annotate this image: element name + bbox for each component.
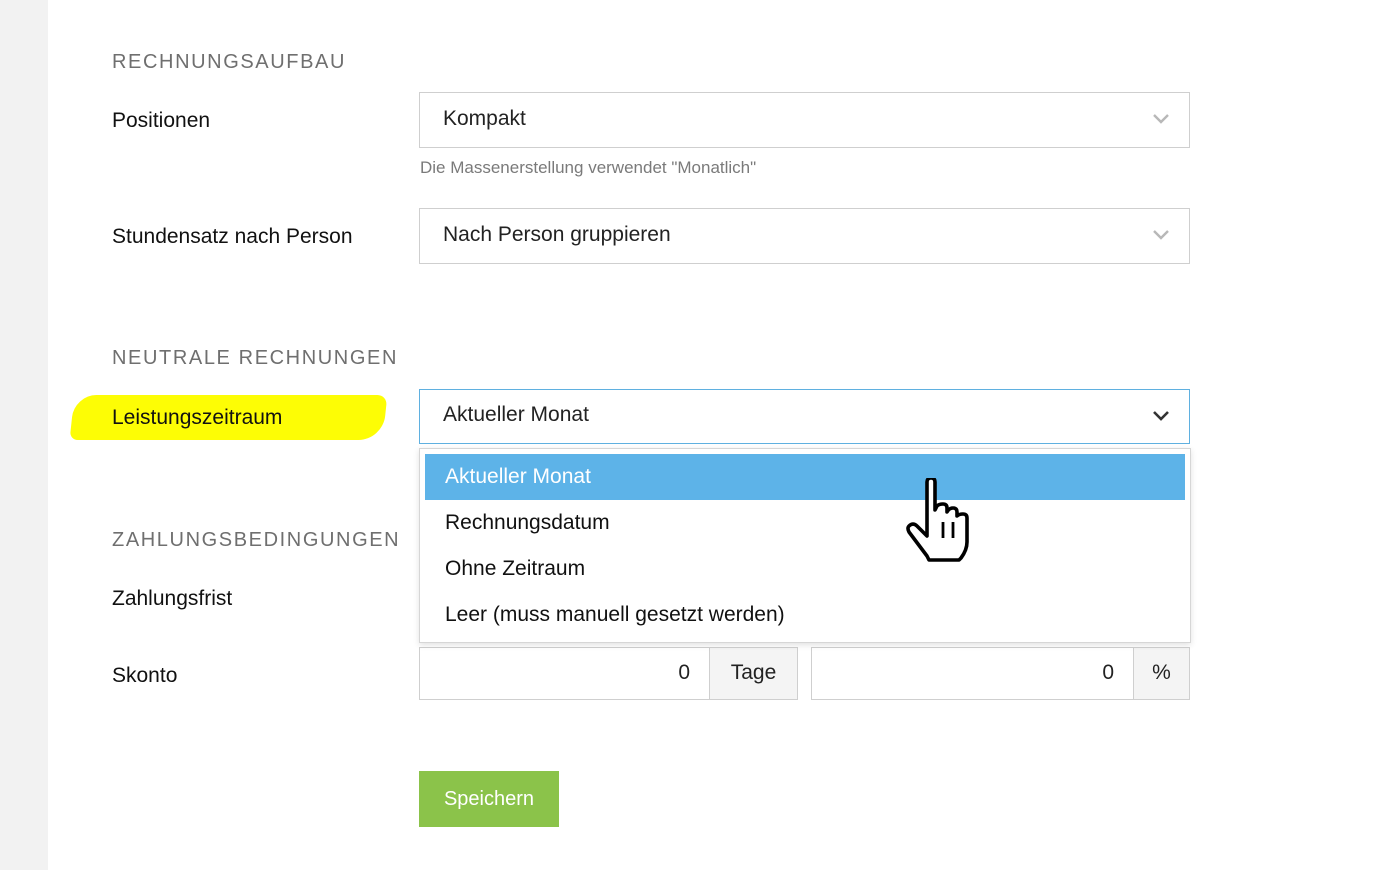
chevron-down-icon	[1153, 230, 1169, 240]
hourly-rate-select[interactable]: Nach Person gruppieren	[419, 208, 1190, 264]
dropdown-option[interactable]: Rechnungsdatum	[425, 500, 1185, 546]
discount-label: Skonto	[112, 664, 178, 687]
discount-percent-unit: %	[1133, 647, 1190, 700]
positions-select[interactable]: Kompakt	[419, 92, 1190, 148]
dropdown-option[interactable]: Aktueller Monat	[425, 454, 1185, 500]
service-period-select[interactable]: Aktueller Monat	[419, 389, 1190, 444]
service-period-select-value: Aktueller Monat	[443, 403, 589, 426]
positions-label: Positionen	[112, 109, 211, 132]
positions-select-value: Kompakt	[443, 107, 526, 130]
discount-percent-value: 0	[1102, 661, 1114, 684]
section-heading-neutral-invoices: NEUTRALE RECHNUNGEN	[112, 347, 398, 369]
section-heading-invoice-structure: RECHNUNGSAUFBAU	[112, 51, 347, 73]
section-heading-payment-terms: ZAHLUNGSBEDINGUNGEN	[112, 529, 401, 551]
discount-percent-input[interactable]: 0	[811, 647, 1135, 700]
hourly-rate-label: Stundensatz nach Person	[112, 225, 353, 248]
discount-days-unit: Tage	[709, 647, 798, 700]
payment-deadline-label: Zahlungsfrist	[112, 587, 233, 610]
save-button[interactable]: Speichern	[419, 771, 559, 827]
chevron-down-icon	[1153, 114, 1169, 124]
positions-hint: Die Massenerstellung verwendet "Monatlic…	[420, 158, 757, 177]
dropdown-option[interactable]: Ohne Zeitraum	[425, 546, 1185, 592]
discount-days-input[interactable]: 0	[419, 647, 711, 700]
hand-pointer-icon	[906, 478, 969, 562]
discount-days-value: 0	[678, 661, 690, 684]
chevron-down-icon	[1153, 411, 1169, 421]
service-period-dropdown: Aktueller Monat Rechnungsdatum Ohne Zeit…	[419, 448, 1191, 643]
hourly-rate-select-value: Nach Person gruppieren	[443, 223, 671, 246]
dropdown-option[interactable]: Leer (muss manuell gesetzt werden)	[425, 592, 1185, 638]
left-sidebar-strip	[0, 0, 48, 870]
service-period-label: Leistungszeitraum	[112, 406, 283, 429]
